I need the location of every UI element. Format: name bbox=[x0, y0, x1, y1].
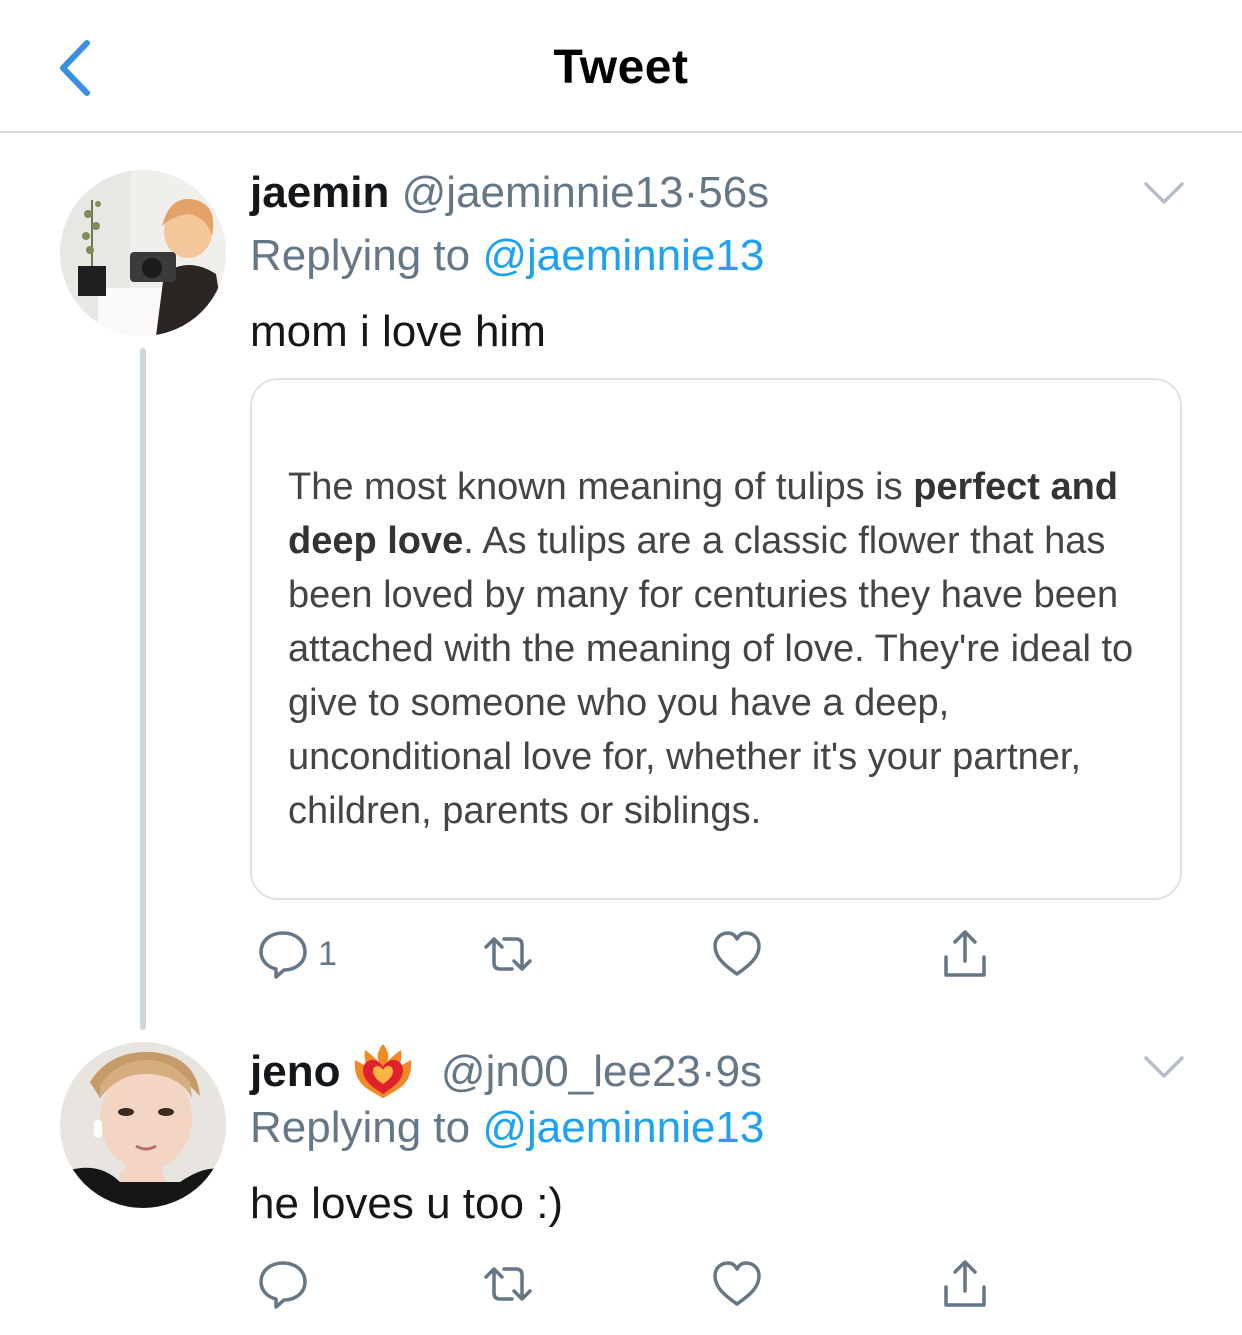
reply-icon bbox=[259, 1261, 307, 1309]
user-handle[interactable]: @jaeminnie13 bbox=[402, 168, 684, 217]
replying-to-handle[interactable]: @jaeminnie13 bbox=[482, 231, 764, 280]
replying-to-handle[interactable]: @jaeminnie13 bbox=[482, 1103, 764, 1152]
like-icon bbox=[713, 1261, 761, 1306]
avatar[interactable] bbox=[60, 170, 226, 336]
retweet-icon bbox=[484, 1267, 532, 1301]
tweet-text: he loves u too :) bbox=[250, 1179, 564, 1228]
timestamp[interactable]: 9s bbox=[716, 1047, 762, 1096]
replying-to-label: Replying to bbox=[250, 231, 483, 280]
reply-button[interactable]: 1 bbox=[256, 926, 337, 982]
timestamp[interactable]: 56s bbox=[698, 168, 769, 217]
share-button[interactable] bbox=[938, 926, 992, 982]
tweet-actions bbox=[250, 1256, 1010, 1316]
share-icon bbox=[944, 930, 986, 977]
tweet-actions: 1 bbox=[250, 926, 1010, 986]
caret-down-icon[interactable] bbox=[1142, 178, 1186, 208]
tweet-text: mom i love him bbox=[250, 307, 546, 356]
like-button[interactable] bbox=[710, 1256, 764, 1312]
reply-button[interactable] bbox=[256, 1256, 310, 1312]
quoted-text-part1: The most known meaning of tulips is bbox=[288, 466, 914, 508]
thread-connector-line bbox=[140, 348, 146, 1030]
caret-down-icon[interactable] bbox=[1142, 1052, 1186, 1082]
reply-icon bbox=[259, 931, 307, 979]
quoted-text: The most known meaning of tulips is perf… bbox=[288, 460, 1158, 838]
quoted-text-part2: . As tulips are a classic flower that ha… bbox=[288, 520, 1134, 832]
replying-to: Replying to @jaeminnie13 bbox=[250, 1102, 764, 1154]
retweet-button[interactable] bbox=[480, 926, 536, 982]
share-icon bbox=[944, 1260, 986, 1307]
replying-to-label: Replying to bbox=[250, 1103, 483, 1152]
quoted-image-card[interactable]: The most known meaning of tulips is perf… bbox=[250, 378, 1182, 900]
share-button[interactable] bbox=[938, 1256, 992, 1312]
avatar[interactable] bbox=[60, 1042, 226, 1208]
user-handle[interactable]: @jn00_lee23 bbox=[441, 1047, 701, 1096]
separator-dot: · bbox=[700, 1047, 716, 1096]
replying-to: Replying to @jaeminnie13 bbox=[250, 230, 764, 282]
page-title: Tweet bbox=[553, 41, 689, 94]
retweet-icon bbox=[484, 937, 532, 971]
tweet-header: jeno @jn00_lee23·9s bbox=[250, 1040, 762, 1098]
like-icon bbox=[713, 931, 761, 976]
like-button[interactable] bbox=[710, 926, 764, 982]
heart-on-fire-icon bbox=[354, 1044, 411, 1098]
display-name[interactable]: jaemin bbox=[250, 168, 389, 217]
reply-count: 1 bbox=[318, 934, 337, 973]
tweet-header: jaemin @jaeminnie13·56s bbox=[250, 167, 769, 219]
nav-bar: Tweet bbox=[0, 0, 1242, 133]
display-name[interactable]: jeno bbox=[250, 1047, 340, 1096]
retweet-button[interactable] bbox=[480, 1256, 536, 1312]
separator-dot: · bbox=[683, 168, 699, 217]
